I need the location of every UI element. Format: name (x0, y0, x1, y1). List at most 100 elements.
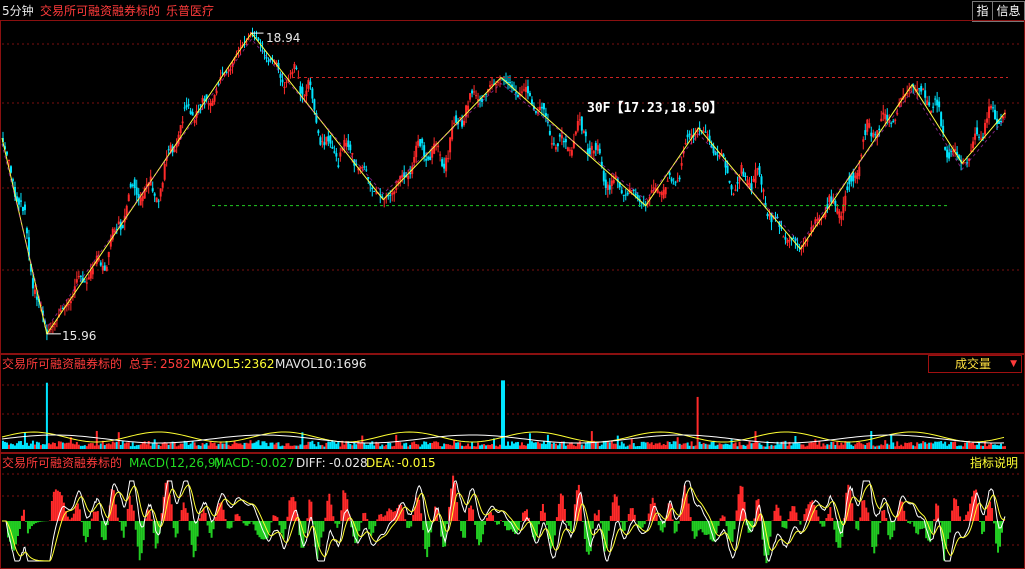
candle-body (447, 158, 450, 160)
volume-bar (530, 441, 533, 449)
candle-body (305, 90, 308, 97)
volume-bar (263, 441, 266, 449)
candle-body (734, 189, 737, 191)
volume-bar (339, 446, 342, 449)
volume-bar (203, 444, 206, 449)
volume-bar (57, 441, 60, 449)
candle-body (141, 196, 144, 202)
volume-bar (391, 446, 394, 449)
candle-body (35, 296, 38, 300)
candle-body (582, 130, 585, 133)
candle-body (880, 118, 883, 122)
volume-bar (311, 440, 314, 449)
candle-body (612, 180, 615, 183)
volume-bar (674, 441, 677, 449)
volume-bar (355, 444, 358, 449)
volume-bar (315, 446, 318, 449)
candle-body (878, 128, 881, 131)
volume-title: 交易所可融资融券标的 (2, 357, 123, 371)
candle-body (542, 103, 545, 110)
volume-bar (758, 443, 761, 449)
volume-bar (892, 442, 895, 449)
candle-body (928, 102, 931, 106)
volume-bar (624, 446, 627, 449)
volume-bar (367, 444, 370, 449)
volume-bar (223, 443, 226, 449)
volume-bar (377, 442, 380, 449)
volume-bar (584, 442, 587, 449)
candle-body (323, 142, 326, 146)
volume-bar (499, 444, 502, 449)
volume-bar (520, 442, 523, 449)
candle-body (327, 136, 330, 142)
candle-body (792, 237, 795, 240)
volume-bar (528, 433, 531, 449)
candle-body (704, 131, 707, 133)
candle-body (443, 163, 446, 169)
volume-bar (566, 444, 569, 449)
volume-bar (580, 444, 583, 449)
candle-body (980, 138, 983, 140)
volume-bar (479, 445, 482, 449)
volume-bar (756, 442, 759, 449)
candle-body (391, 192, 394, 195)
volume-bar (201, 443, 204, 449)
candle-body (445, 157, 448, 172)
volume-bar (748, 441, 751, 449)
volume-bar (287, 443, 290, 449)
candle-body (838, 211, 841, 218)
candle-body (469, 93, 472, 100)
indicator-help-link[interactable]: 指标说明 (970, 456, 1018, 470)
candle-body (590, 145, 593, 150)
candle-body (550, 143, 553, 145)
candle-body (994, 109, 997, 120)
volume-bar (754, 431, 757, 449)
candle-body (548, 130, 551, 135)
candle-body (990, 105, 993, 109)
volume-bar (978, 442, 981, 449)
volume-bar (471, 442, 474, 449)
volume-bar (81, 445, 84, 449)
candle-body (726, 165, 729, 174)
volume-bar (473, 446, 476, 449)
candle-body (319, 137, 322, 145)
indicator-dropdown[interactable]: 成交量 ▼ (928, 355, 1022, 373)
volume-bar (786, 445, 789, 449)
volume-bar (994, 444, 997, 449)
volume-bar (804, 446, 807, 449)
candle-body (333, 151, 336, 153)
candle-body (652, 187, 655, 189)
volume-bar (792, 443, 795, 449)
volume-bar (465, 445, 468, 449)
candle-body (129, 183, 132, 188)
candle-body (534, 111, 537, 113)
dea-label: DEA: (366, 456, 395, 470)
volume-bar (265, 442, 268, 449)
volume-bar (175, 446, 178, 449)
volume-bar (800, 444, 803, 449)
volume-bar (504, 445, 507, 449)
volume-bar (816, 444, 819, 449)
candle-body (289, 73, 292, 75)
candle-body (558, 134, 561, 137)
volume-bar (489, 444, 492, 449)
volume-bar (846, 441, 849, 449)
volume-bar (572, 445, 575, 449)
volume-bar (459, 442, 462, 449)
volume-bar (874, 446, 877, 449)
volume-bar (159, 445, 162, 449)
candle-body (187, 104, 190, 106)
volume-bar (305, 444, 308, 449)
volume-bar (413, 441, 416, 449)
candle-body (427, 156, 430, 160)
volume-bar (870, 431, 873, 449)
volume-bar (161, 442, 164, 449)
mavol10-value: 1696 (336, 357, 367, 371)
candle-body (343, 140, 346, 147)
volume-bar (313, 444, 316, 449)
candle-body (520, 91, 523, 93)
volume-bar (714, 445, 717, 449)
volume-bar (325, 442, 328, 449)
candle-body (67, 304, 70, 306)
candle-body (209, 102, 212, 106)
